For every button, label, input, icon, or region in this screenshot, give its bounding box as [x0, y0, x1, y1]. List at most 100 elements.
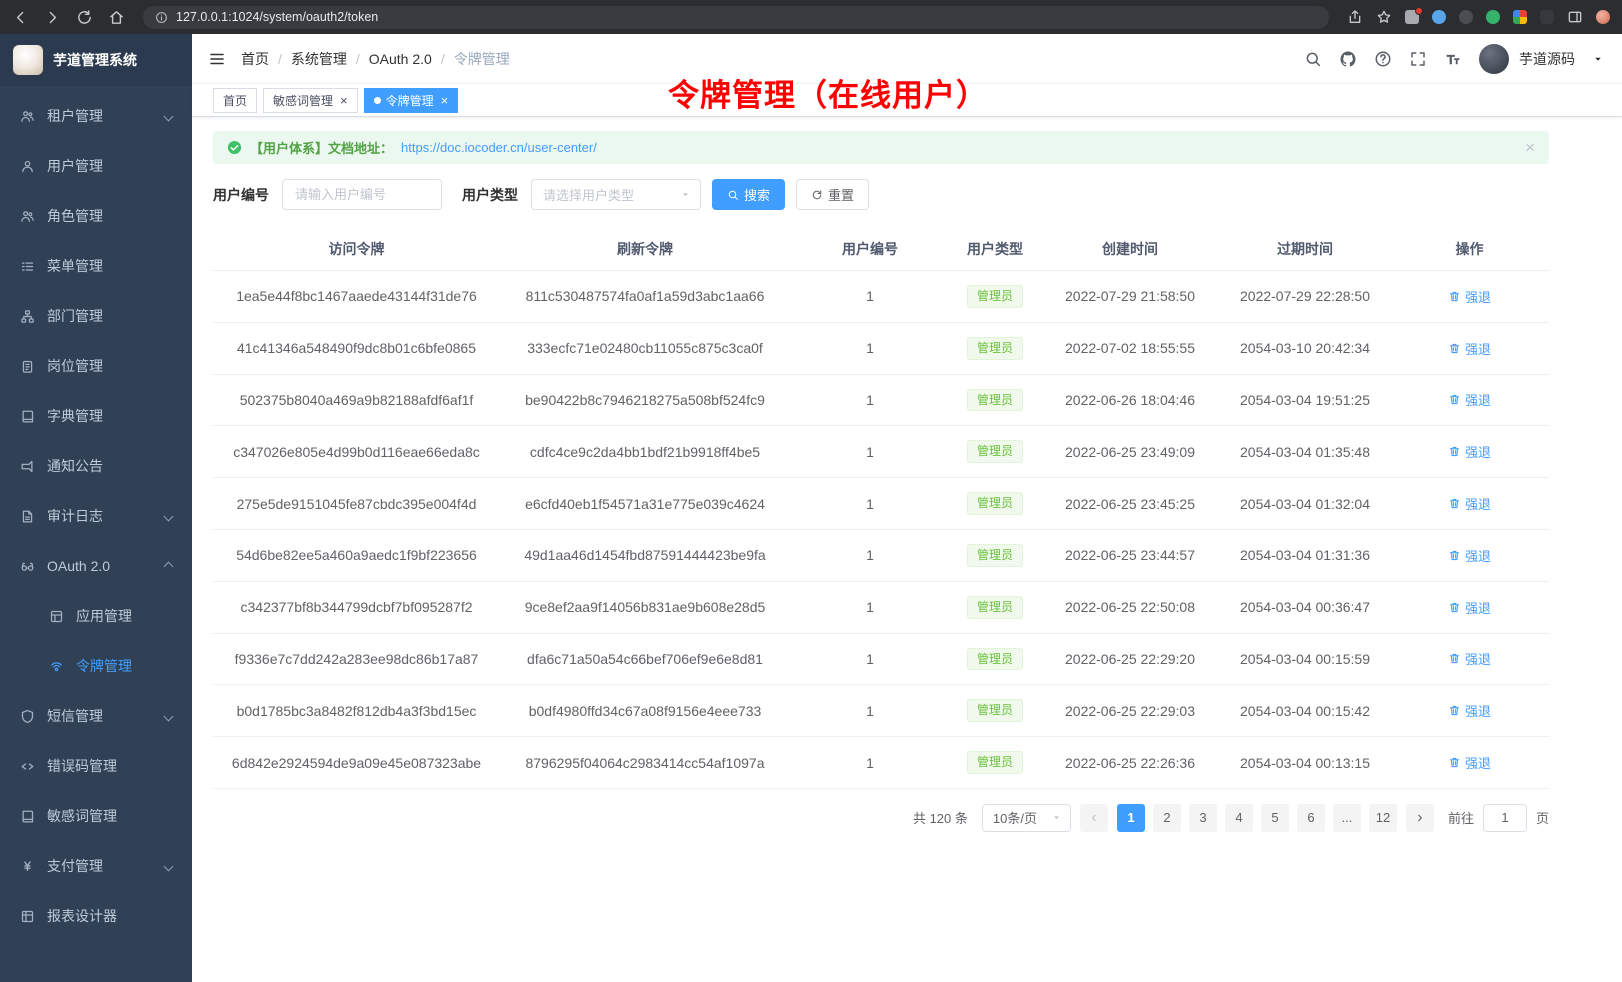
profile-avatar-icon[interactable]	[1596, 10, 1610, 24]
force-logout-button[interactable]: 强退	[1448, 546, 1491, 565]
sidebar-item-notice[interactable]: 通知公告	[0, 441, 192, 491]
sidebar-item-report-designer[interactable]: 报表设计器	[0, 891, 192, 941]
font-size-icon[interactable]	[1444, 50, 1462, 68]
page-button-1[interactable]: 1	[1117, 804, 1145, 832]
table-row: 41c41346a548490f9dc8b01c6bfe0865333ecfc7…	[213, 322, 1549, 374]
tab-close-icon[interactable]: ×	[340, 94, 348, 107]
back-icon[interactable]	[12, 9, 29, 26]
reload-icon[interactable]	[76, 9, 93, 26]
github-icon[interactable]	[1339, 50, 1357, 68]
site-info-icon[interactable]	[155, 11, 168, 24]
cell-expire-time: 2054-03-04 00:15:42	[1220, 685, 1390, 737]
extension-green-icon[interactable]	[1486, 10, 1500, 24]
tab-label: 敏感词管理	[273, 92, 333, 109]
page-button-12[interactable]: 12	[1369, 804, 1397, 832]
reset-button[interactable]: 重置	[796, 179, 869, 210]
profile-avatar-glyph	[1596, 10, 1610, 24]
cell-refresh-token: e6cfd40eb1f54571a31e775e039c4624	[500, 478, 790, 530]
page-size-select[interactable]: 10条/页	[982, 804, 1071, 832]
chevron-down-icon	[164, 111, 174, 121]
sidebar-item-label: 短信管理	[47, 706, 103, 726]
force-logout-button[interactable]: 强退	[1448, 287, 1491, 306]
force-logout-button[interactable]: 强退	[1448, 442, 1491, 461]
force-logout-button[interactable]: 强退	[1448, 649, 1491, 668]
collapse-sidebar-icon[interactable]	[208, 50, 226, 68]
page-button-6[interactable]: 6	[1297, 804, 1325, 832]
cell-user-id: 1	[790, 271, 950, 323]
extension-pinned-icon[interactable]	[1405, 10, 1419, 24]
delete-icon	[1448, 704, 1461, 717]
url-bar[interactable]: 127.0.0.1:1024/system/oauth2/token	[143, 6, 1329, 29]
force-logout-button[interactable]: 强退	[1448, 494, 1491, 513]
user-type-select[interactable]: 请选择用户类型	[531, 179, 701, 210]
breadcrumb-item[interactable]: 首页	[241, 49, 269, 69]
next-page-button[interactable]: ›	[1406, 804, 1434, 832]
user-id-input[interactable]	[282, 179, 442, 210]
more-pages-button[interactable]: ...	[1333, 804, 1361, 832]
users-icon	[20, 209, 35, 224]
sidebar-item-oauth2-app[interactable]: 应用管理	[0, 591, 192, 641]
caret-down-icon[interactable]	[1592, 53, 1604, 65]
extension-dark-icon[interactable]	[1459, 10, 1473, 24]
sidebar-item-dict[interactable]: 字典管理	[0, 391, 192, 441]
fullscreen-icon[interactable]	[1409, 50, 1427, 68]
page-button-3[interactable]: 3	[1189, 804, 1217, 832]
sidebar-item-label: 应用管理	[76, 606, 132, 626]
sidebar-item-oauth2-token[interactable]: 令牌管理	[0, 641, 192, 691]
extension-other-icon[interactable]	[1540, 10, 1554, 24]
sidebar-item-tenant[interactable]: 租户管理	[0, 91, 192, 141]
force-logout-button[interactable]: 强退	[1448, 390, 1491, 409]
column-header: 操作	[1390, 228, 1549, 271]
search-button[interactable]: 搜索	[712, 179, 785, 210]
sidebar-menu: 租户管理用户管理角色管理菜单管理部门管理岗位管理字典管理通知公告审计日志OAut…	[0, 86, 192, 982]
sidebar-item-role[interactable]: 角色管理	[0, 191, 192, 241]
home-icon[interactable]	[108, 9, 125, 26]
breadcrumb-item[interactable]: 系统管理	[291, 49, 347, 69]
pay-icon	[20, 859, 35, 874]
sidebar-item-pay[interactable]: 支付管理	[0, 841, 192, 891]
sidebar-item-label: 字典管理	[47, 406, 103, 426]
sidebar-item-label: 令牌管理	[76, 656, 132, 676]
goto-page-input[interactable]	[1483, 804, 1527, 832]
extension-blue-icon[interactable]	[1432, 10, 1446, 24]
breadcrumb-item[interactable]: OAuth 2.0	[369, 51, 432, 67]
sidebar-item-error-code[interactable]: 错误码管理	[0, 741, 192, 791]
tab-home[interactable]: 首页	[213, 88, 257, 113]
sidebar-item-sensitive-word[interactable]: 敏感词管理	[0, 791, 192, 841]
username[interactable]: 芋道源码	[1519, 49, 1575, 69]
search-icon[interactable]	[1304, 50, 1322, 68]
sidebar-item-dept[interactable]: 部门管理	[0, 291, 192, 341]
cell-refresh-token: cdfc4ce9c2da4bb1bdf21b9918ff4be5	[500, 426, 790, 478]
user-avatar[interactable]	[1479, 44, 1509, 74]
bookmark-star-icon[interactable]	[1376, 9, 1392, 25]
extensions-puzzle-icon[interactable]	[1513, 10, 1527, 24]
side-panel-icon[interactable]	[1567, 9, 1583, 25]
delete-icon	[1448, 290, 1461, 303]
page-button-5[interactable]: 5	[1261, 804, 1289, 832]
alert-close-icon[interactable]: ×	[1525, 139, 1535, 156]
force-logout-button[interactable]: 强退	[1448, 753, 1491, 772]
share-icon[interactable]	[1347, 9, 1363, 25]
page-button-2[interactable]: 2	[1153, 804, 1181, 832]
sidebar-item-menu[interactable]: 菜单管理	[0, 241, 192, 291]
sidebar-item-sms[interactable]: 短信管理	[0, 691, 192, 741]
prev-page-button[interactable]: ‹	[1080, 804, 1108, 832]
tab-close-icon[interactable]: ×	[441, 94, 449, 107]
sidebar-item-user[interactable]: 用户管理	[0, 141, 192, 191]
forward-icon[interactable]	[44, 9, 61, 26]
force-logout-button[interactable]: 强退	[1448, 701, 1491, 720]
sidebar-item-oauth2[interactable]: OAuth 2.0	[0, 541, 192, 591]
tab-token[interactable]: 令牌管理×	[364, 88, 459, 113]
sidebar-item-audit-log[interactable]: 审计日志	[0, 491, 192, 541]
code-icon	[20, 759, 35, 774]
sidebar-item-post[interactable]: 岗位管理	[0, 341, 192, 391]
force-logout-button[interactable]: 强退	[1448, 339, 1491, 358]
tab-sensitive-word[interactable]: 敏感词管理 ×	[263, 88, 358, 113]
sms-icon	[20, 709, 35, 724]
force-logout-button[interactable]: 强退	[1448, 598, 1491, 617]
cell-created-time: 2022-06-25 22:29:20	[1040, 633, 1220, 685]
help-icon[interactable]	[1374, 50, 1392, 68]
sidebar-item-label: 菜单管理	[47, 256, 103, 276]
page-button-4[interactable]: 4	[1225, 804, 1253, 832]
doc-link[interactable]: https://doc.iocoder.cn/user-center/	[401, 140, 597, 155]
